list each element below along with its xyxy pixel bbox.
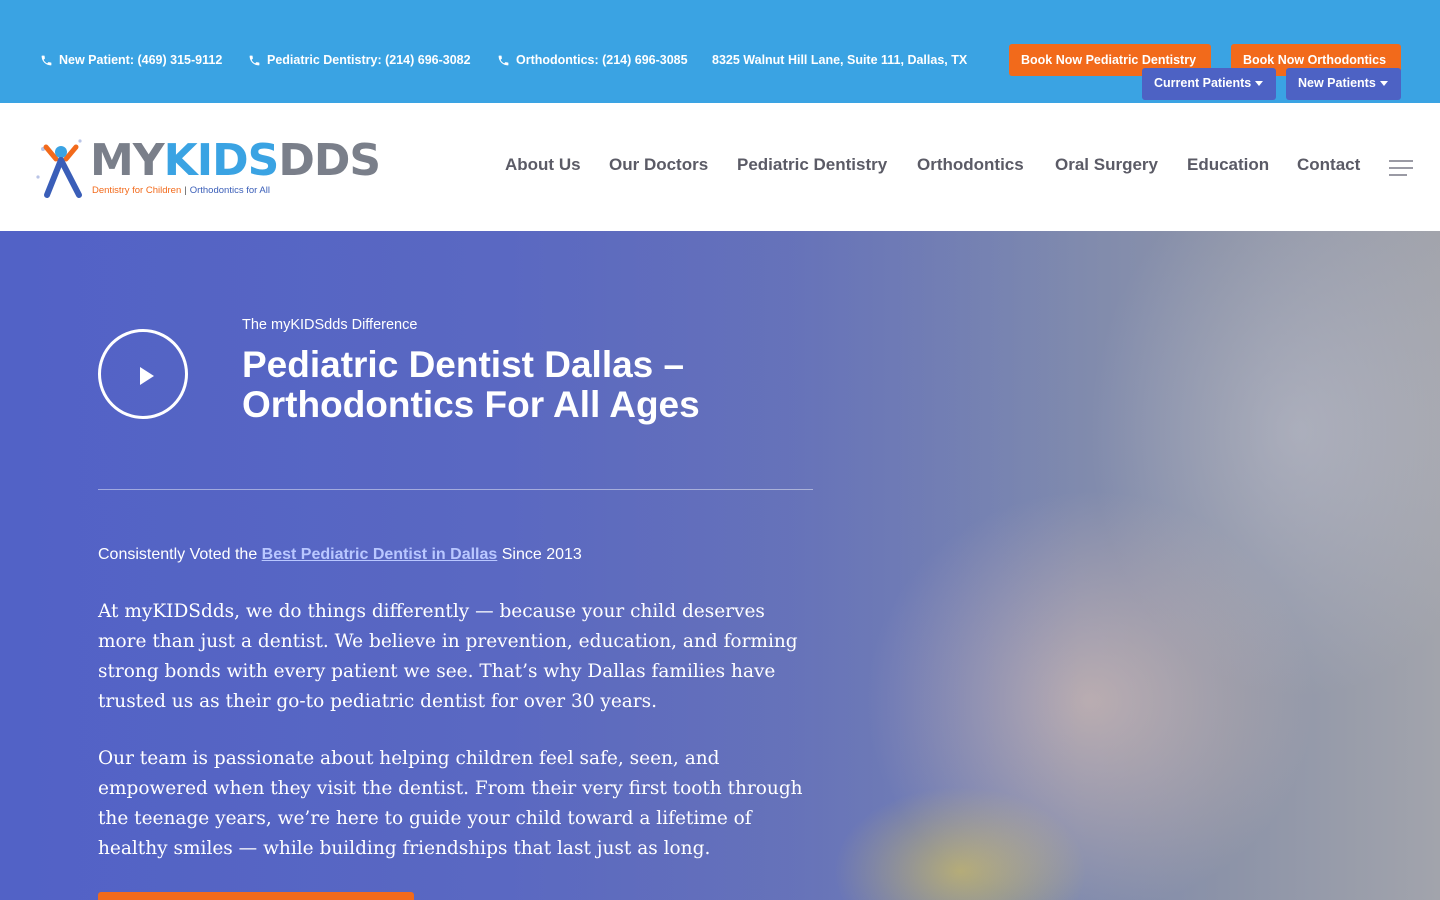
nav-contact[interactable]: Contact xyxy=(1297,155,1360,175)
new-patient-phone-text: New Patient: (469) 315-9112 xyxy=(59,53,223,67)
new-patients-dropdown[interactable]: New Patients xyxy=(1286,68,1401,100)
logo-my: MY xyxy=(90,135,165,186)
address-text: 8325 Walnut Hill Lane, Suite 111, Dallas… xyxy=(712,53,968,67)
caret-down-icon xyxy=(1379,81,1388,87)
logo-kids: KIDS xyxy=(163,135,280,186)
hero-title: Pediatric Dentist Dallas – Orthodontics … xyxy=(242,344,700,425)
current-patients-label: Current Patients xyxy=(1154,76,1252,90)
new-patient-phone-link[interactable]: New Patient: (469) 315-9112 xyxy=(40,52,222,68)
logo-tagline: Dentistry for Children | Orthodontics for … xyxy=(92,185,270,196)
pediatric-dentistry-phone-link[interactable]: Pediatric Dentistry: (214) 696-3082 xyxy=(248,52,471,68)
new-patients-label: New Patients xyxy=(1298,76,1376,90)
hero-paragraph-1: At myKIDSdds, we do things differently —… xyxy=(98,601,798,712)
phone-icon xyxy=(249,55,260,65)
voted-prefix: Consistently Voted the xyxy=(98,546,262,563)
logo-wordmark: MYKIDSDDS xyxy=(90,139,381,183)
site-logo[interactable]: MYKIDSDDS Dentistry for Children | Orthodo… xyxy=(32,133,381,205)
logo-tag-right: Orthodontics for All xyxy=(189,185,270,196)
top-utility-bar: New Patient: (469) 315-9112 Pediatric De… xyxy=(0,0,1440,103)
logo-mascot-icon xyxy=(36,139,82,198)
hero-eyebrow: The myKIDSdds Difference xyxy=(242,317,418,333)
address-link[interactable]: 8325 Walnut Hill Lane, Suite 111, Dallas… xyxy=(712,52,967,68)
nav-oral-surgery[interactable]: Oral Surgery xyxy=(1055,155,1158,175)
nav-education[interactable]: Education xyxy=(1187,155,1269,175)
voted-suffix: Since 2013 xyxy=(497,546,582,563)
play-video-button[interactable] xyxy=(98,329,188,419)
hero-divider xyxy=(98,489,813,490)
current-patients-dropdown[interactable]: Current Patients xyxy=(1142,68,1276,100)
orthodontics-phone-link[interactable]: Orthodontics: (214) 696-3085 xyxy=(497,52,688,68)
logo-dds: DDS xyxy=(278,135,381,186)
nav-about-us[interactable]: About Us xyxy=(505,155,581,175)
voted-statement: Consistently Voted the Best Pediatric De… xyxy=(98,546,582,564)
play-icon xyxy=(140,367,154,385)
hero-cta-button[interactable] xyxy=(98,892,414,900)
orthodontics-phone-text: Orthodontics: (214) 696-3085 xyxy=(516,53,688,67)
best-pediatric-dentist-link[interactable]: Best Pediatric Dentist in Dallas xyxy=(262,546,498,563)
logo-tag-left: Dentistry for Children xyxy=(92,185,182,196)
nav-our-doctors[interactable]: Our Doctors xyxy=(609,155,708,175)
phone-icon xyxy=(498,55,509,65)
hero-section: The myKIDSdds Difference Pediatric Denti… xyxy=(0,231,1440,900)
phone-icon xyxy=(41,55,52,65)
site-header: MYKIDSDDS Dentistry for Children | Orthodo… xyxy=(0,103,1440,231)
hero-paragraph-2: Our team is passionate about helping chi… xyxy=(98,748,803,859)
nav-pediatric-dentistry[interactable]: Pediatric Dentistry xyxy=(737,155,887,175)
nav-orthodontics[interactable]: Orthodontics xyxy=(917,155,1024,175)
hamburger-menu-icon[interactable] xyxy=(1389,160,1413,178)
caret-down-icon xyxy=(1255,81,1264,87)
pediatric-dentistry-phone-text: Pediatric Dentistry: (214) 696-3082 xyxy=(267,53,471,67)
logo-tag-separator: | xyxy=(184,185,187,196)
